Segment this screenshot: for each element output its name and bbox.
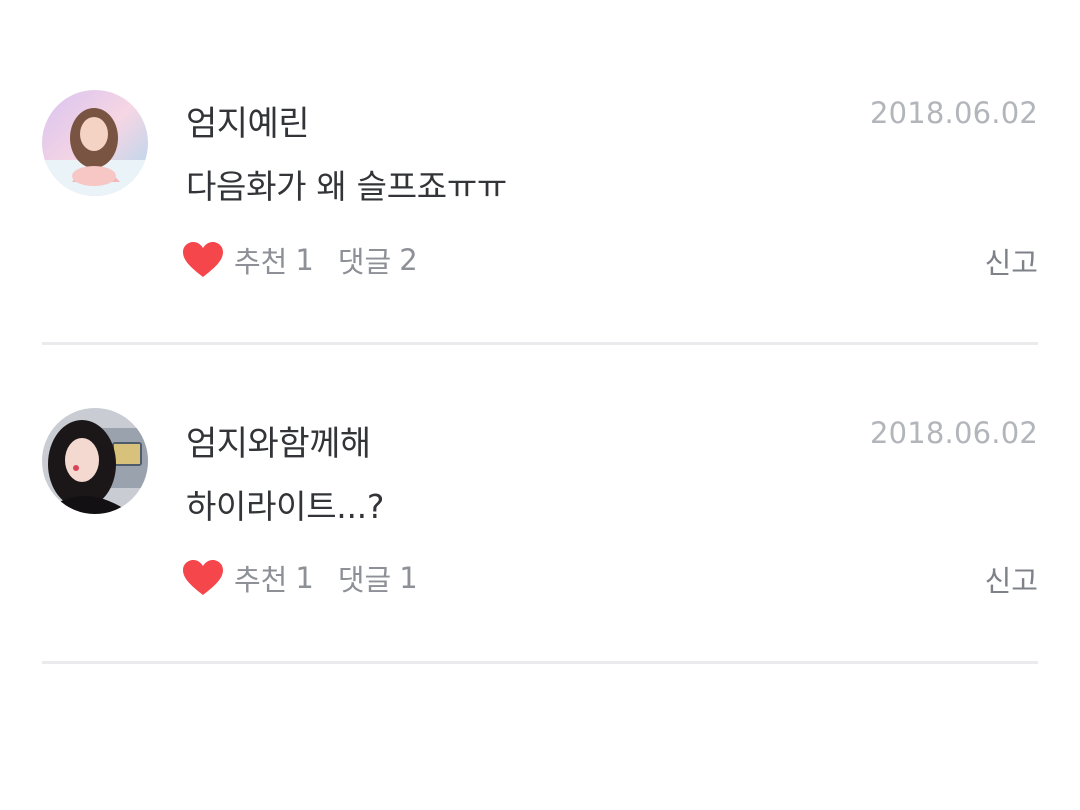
comment-list: 엄지예린 2018.06.02 다음화가 왜 슬프죠ㅠㅠ 추천 1 댓글 2 신… [0, 0, 1080, 810]
reply-count: 2 [399, 243, 418, 277]
reply-count: 1 [399, 561, 418, 595]
reply-label: 댓글 [337, 563, 392, 597]
heart-icon [183, 242, 223, 277]
comment-text: 하이라이트...? [186, 487, 385, 526]
user-avatar[interactable] [42, 408, 148, 514]
comment-username[interactable]: 엄지와함께해 [186, 416, 371, 465]
report-button[interactable]: 신고 [985, 558, 1038, 600]
reply-button[interactable]: 댓글 2 [338, 239, 418, 281]
comment-username[interactable]: 엄지예린 [186, 96, 310, 145]
reply-label: 댓글 [337, 245, 392, 279]
like-button[interactable]: 추천 1 [182, 557, 314, 599]
like-label: 추천 [234, 563, 288, 597]
like-count: 1 [295, 561, 314, 595]
avatar-photo-icon [42, 90, 148, 196]
comment-item: 엄지예린 2018.06.02 다음화가 왜 슬프죠ㅠㅠ 추천 1 댓글 2 신… [0, 0, 1080, 320]
like-count: 1 [295, 243, 314, 277]
avatar-photo-icon [42, 408, 148, 514]
heart-icon [183, 560, 223, 595]
like-button[interactable]: 추천 1 [182, 239, 314, 281]
comment-date: 2018.06.02 [869, 416, 1038, 450]
comment-item: 엄지와함께해 2018.06.02 하이라이트...? 추천 1 댓글 1 신고 [0, 320, 1080, 640]
comment-actions: 추천 1 댓글 2 [182, 238, 418, 282]
comment-date: 2018.06.02 [869, 96, 1038, 130]
report-button[interactable]: 신고 [985, 240, 1038, 282]
comment-divider [42, 661, 1038, 664]
comment-actions: 추천 1 댓글 1 [182, 556, 418, 600]
comment-text: 다음화가 왜 슬프죠ㅠㅠ [186, 167, 507, 206]
reply-button[interactable]: 댓글 1 [338, 557, 418, 599]
user-avatar[interactable] [42, 90, 148, 196]
like-label: 추천 [234, 245, 288, 279]
